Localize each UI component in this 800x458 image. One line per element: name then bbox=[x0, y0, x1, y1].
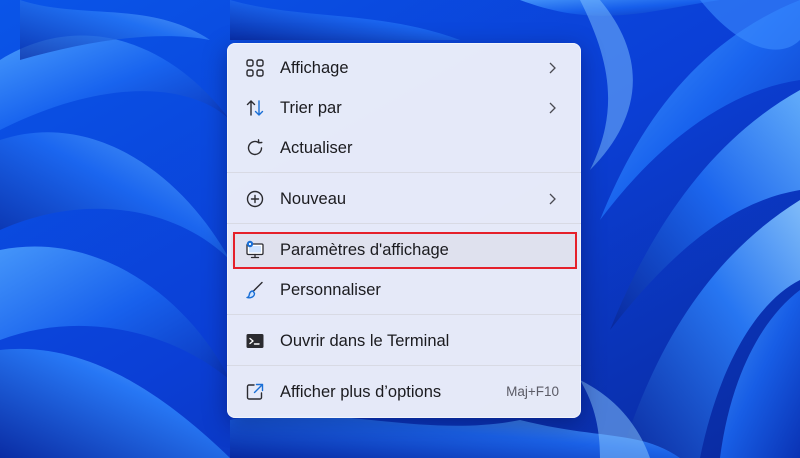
menu-item-label: Personnaliser bbox=[280, 281, 381, 299]
menu-separator bbox=[227, 172, 581, 173]
menu-item-label: Affichage bbox=[280, 59, 349, 77]
menu-item-label: Afficher plus d’options bbox=[280, 383, 442, 401]
menu-separator bbox=[227, 314, 581, 315]
menu-item-label: Ouvrir dans le Terminal bbox=[280, 332, 450, 350]
terminal-icon bbox=[245, 331, 265, 351]
keyboard-shortcut: Maj+F10 bbox=[506, 384, 559, 399]
menu-item-nouveau[interactable]: Nouveau bbox=[231, 181, 577, 217]
display-settings-icon bbox=[245, 240, 265, 260]
menu-item-ouvrir-terminal[interactable]: Ouvrir dans le Terminal bbox=[231, 323, 577, 359]
chevron-right-icon bbox=[547, 192, 557, 206]
menu-item-trier-par[interactable]: Trier par bbox=[231, 90, 577, 126]
menu-item-label: Actualiser bbox=[280, 139, 353, 157]
grid-icon bbox=[245, 58, 265, 78]
chevron-right-icon bbox=[547, 101, 557, 115]
chevron-right-icon bbox=[547, 61, 557, 75]
context-menu: Affichage Trier par Actualiser Nouveau P… bbox=[227, 43, 581, 418]
menu-item-plus-options[interactable]: Afficher plus d’options Maj+F10 bbox=[231, 374, 577, 410]
menu-item-label: Paramètres d'affichage bbox=[280, 241, 449, 259]
desktop[interactable]: Affichage Trier par Actualiser Nouveau P… bbox=[0, 0, 800, 458]
paintbrush-icon bbox=[245, 280, 265, 300]
menu-item-affichage[interactable]: Affichage bbox=[231, 50, 577, 86]
refresh-icon bbox=[245, 138, 265, 158]
open-external-icon bbox=[245, 382, 265, 402]
menu-separator bbox=[227, 365, 581, 366]
menu-item-label: Nouveau bbox=[280, 190, 347, 208]
menu-separator bbox=[227, 223, 581, 224]
menu-item-personnaliser[interactable]: Personnaliser bbox=[231, 272, 577, 308]
menu-item-label: Trier par bbox=[280, 99, 342, 117]
menu-item-actualiser[interactable]: Actualiser bbox=[231, 130, 577, 166]
sort-arrows-icon bbox=[245, 98, 265, 118]
plus-circle-icon bbox=[245, 189, 265, 209]
menu-item-parametres-affichage[interactable]: Paramètres d'affichage bbox=[231, 232, 577, 268]
